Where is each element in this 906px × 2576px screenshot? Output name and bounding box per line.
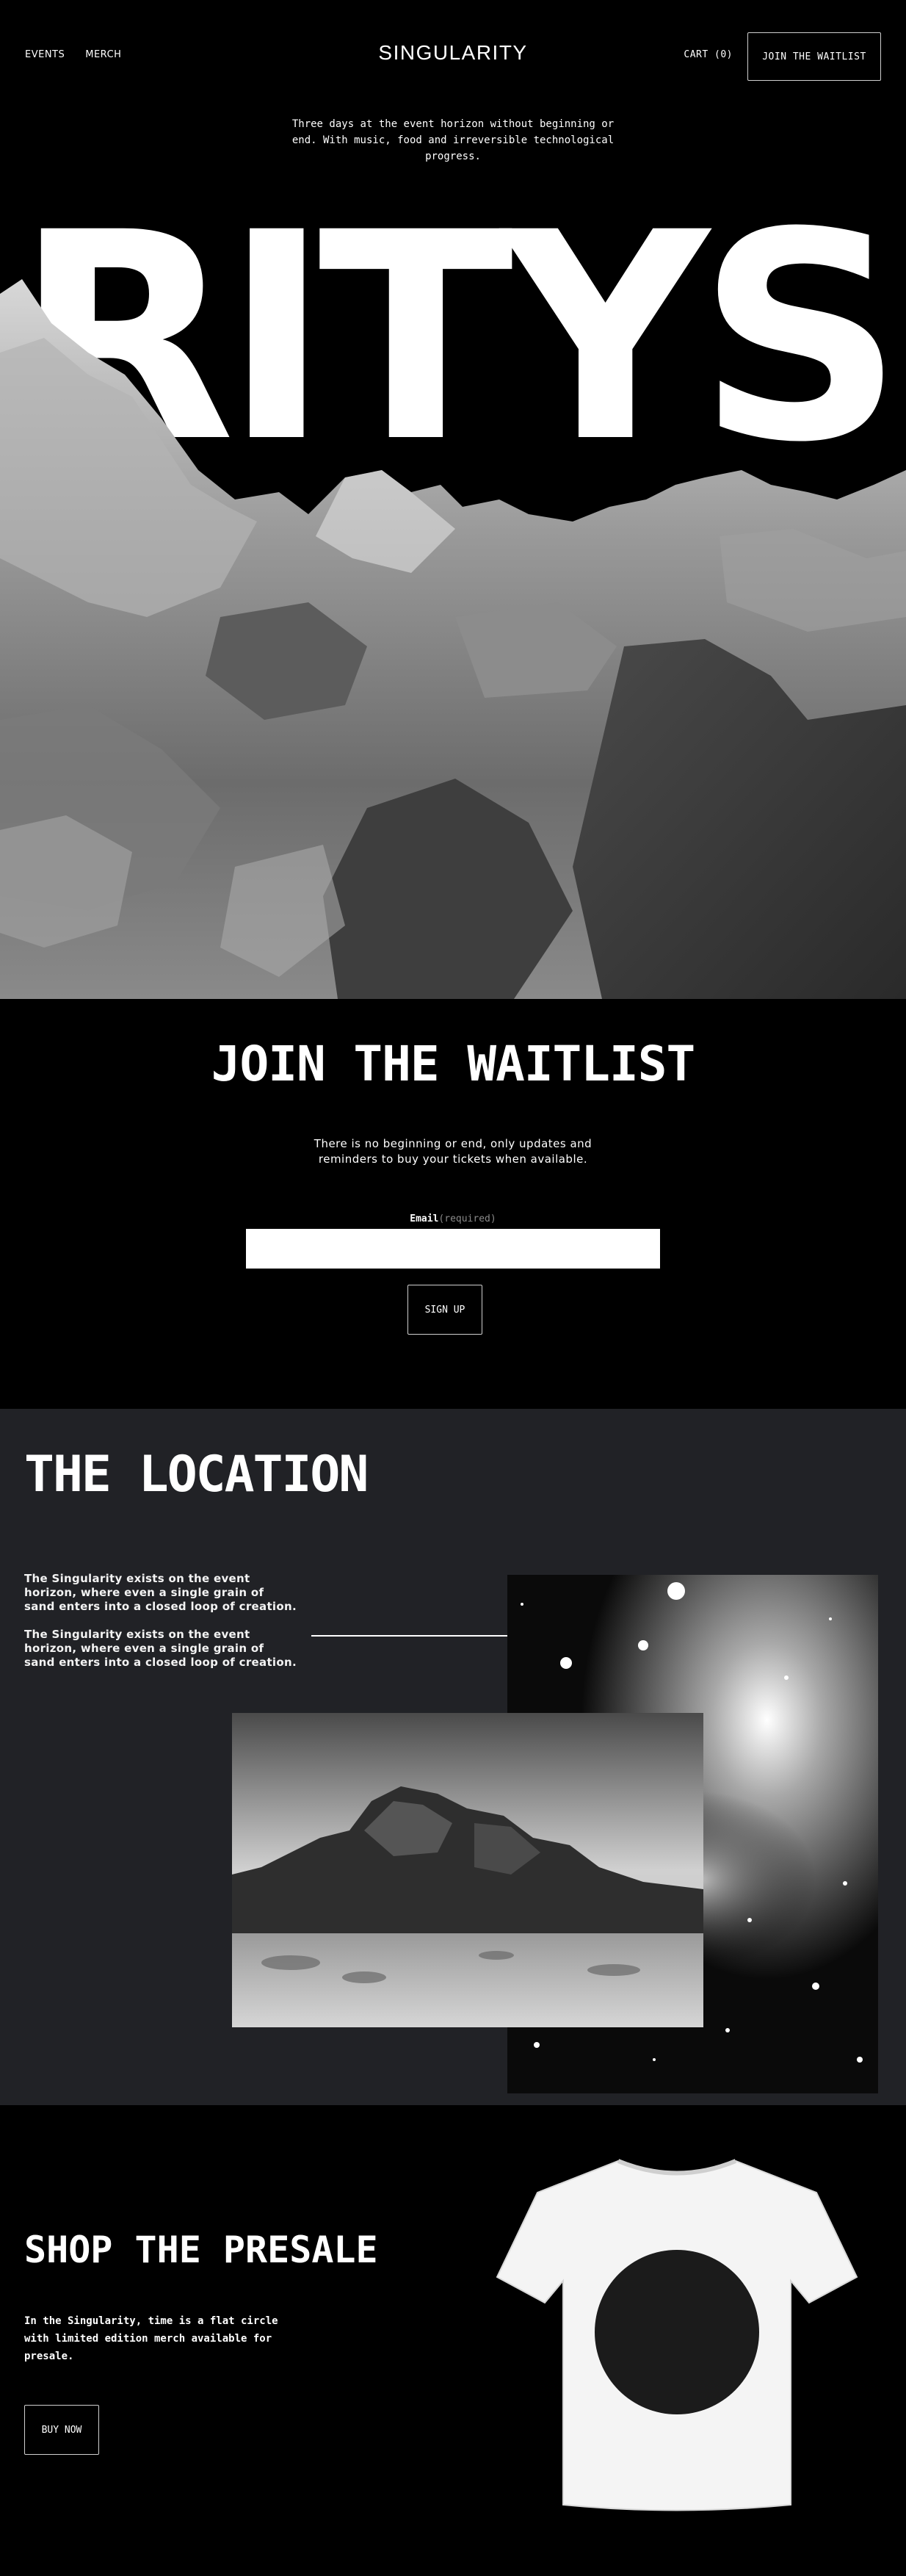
desert-rocks-image xyxy=(232,1713,703,2027)
waitlist-text: There is no beginning or end, only updat… xyxy=(314,1137,592,1166)
waitlist-title: JOIN THE WAITLIST xyxy=(211,1036,696,1092)
cart-link[interactable]: CART (0) xyxy=(684,49,733,60)
tshirt-image[interactable] xyxy=(493,2152,860,2512)
shop-title: SHOP THE PRESALE xyxy=(24,2229,378,2271)
site-header: EVENTS MERCH SINGULARITY CART (0) JOIN T… xyxy=(0,0,906,114)
email-required-text: (required) xyxy=(438,1213,496,1224)
location-paragraph-1: The Singularity exists on the event hori… xyxy=(24,1572,297,1613)
location-paragraph-2: The Singularity exists on the event hori… xyxy=(24,1628,297,1669)
email-input[interactable] xyxy=(246,1229,660,1269)
sign-up-button[interactable]: SIGN UP xyxy=(407,1285,482,1335)
join-waitlist-button[interactable]: JOIN THE WAITLIST xyxy=(747,32,881,81)
hero-tagline: Three days at the event horizon without … xyxy=(291,118,615,162)
email-label: Email(required) xyxy=(0,1213,906,1224)
hero-section: RITYS xyxy=(0,206,906,999)
location-section: THE LOCATION The Singularity exists on t… xyxy=(0,1409,906,2105)
email-label-text: Email xyxy=(410,1213,439,1224)
location-title: THE LOCATION xyxy=(24,1446,369,1504)
mountain-image xyxy=(0,279,906,999)
shop-text: In the Singularity, time is a flat circl… xyxy=(24,2315,278,2362)
buy-now-button[interactable]: BUY NOW xyxy=(24,2405,99,2455)
